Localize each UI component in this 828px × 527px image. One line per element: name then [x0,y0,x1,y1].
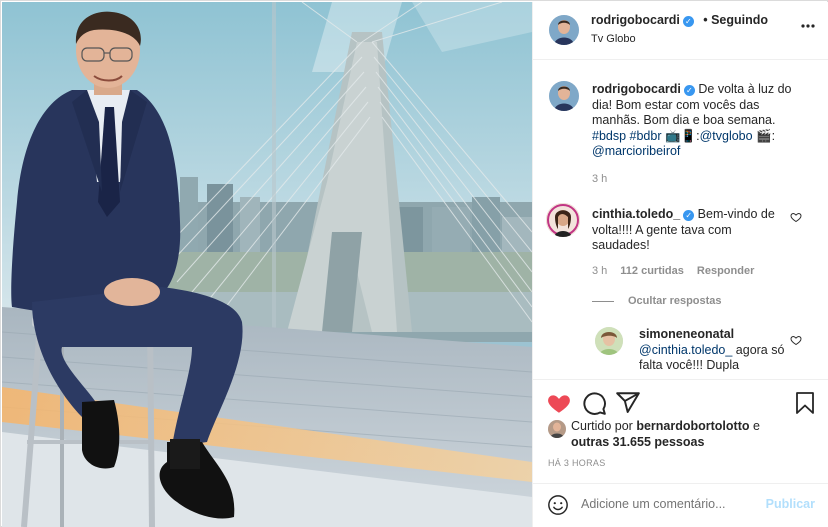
verified-badge-icon: ✓ [683,85,695,96]
reply-mention[interactable]: @cinthia.toledo_ [639,343,732,357]
post-photo[interactable] [2,2,532,527]
save-bookmark-icon[interactable] [793,390,817,416]
author-username[interactable]: rodrigobocardi [591,13,680,27]
reply-username[interactable]: simoneneonatal [639,327,734,341]
photo-scene-image [2,2,532,527]
more-options-icon[interactable] [801,24,815,28]
liked-by-mid: e [749,419,760,433]
caption-text: rodrigobocardi ✓ De volta à luz do dia! B… [592,82,792,160]
comment-meta: 3 h 112 curtidas Responder [592,265,767,277]
caption-mention-marcio[interactable]: @marcioribeirof [592,144,680,158]
following-button[interactable]: • Seguindo [703,13,768,27]
post-location[interactable]: Tv Globo [591,33,636,45]
comment-likes[interactable]: 112 curtidas [620,265,684,277]
post-header-name-row: rodrigobocardi ✓ • Seguindo [591,13,768,27]
reply-avatar[interactable] [595,327,623,355]
comment-like-heart-icon[interactable] [790,211,802,223]
verified-badge-icon: ✓ [683,210,695,221]
post-side-panel: rodrigobocardi ✓ • Seguindo Tv Globo rodr… [532,2,828,527]
caption-username[interactable]: rodrigobocardi [592,82,681,96]
share-send-icon[interactable] [615,390,641,416]
hide-replies-button[interactable]: Ocultar respostas [592,295,722,307]
liked-by-others[interactable]: outras 31.655 pessoas [571,435,704,449]
caption-body-3: 🎬: [752,128,776,143]
liked-by-user[interactable]: bernardobortolotto [636,419,749,433]
caption-hashtags[interactable]: #bdsp #bdbr [592,129,662,143]
comment-time[interactable]: 3 h [592,265,607,277]
caption-meta: 3 h [592,173,620,185]
caption-body-2: 📺📱: [661,128,700,143]
liker-avatar[interactable] [548,420,566,438]
add-comment-bar: Publicar [533,483,828,527]
like-heart-icon[interactable] [546,390,572,416]
liked-by-text: Curtido por bernardobortolotto e outras … [571,418,801,450]
verified-badge-icon: ✓ [682,16,694,27]
post-dialog: rodrigobocardi ✓ • Seguindo Tv Globo rodr… [0,0,828,527]
liked-by-prefix: Curtido por [571,419,637,433]
emoji-icon[interactable] [547,494,569,516]
post-timestamp[interactable]: HÁ 3 HORAS [548,458,606,468]
reply-button[interactable]: Responder [697,265,754,277]
author-avatar[interactable] [549,15,579,45]
comment-text: cinthia.toledo_ ✓ Bem-vindo de volta!!!! … [592,207,782,254]
caption-mention-tvglobo[interactable]: @tvglobo [700,129,753,143]
divider-line [592,300,614,302]
reply-like-heart-icon[interactable] [790,334,802,346]
post-header: rodrigobocardi ✓ • Seguindo Tv Globo [533,2,828,60]
comment-username[interactable]: cinthia.toledo_ [592,207,680,221]
add-comment-input[interactable] [581,497,771,511]
publish-button[interactable]: Publicar [766,497,815,511]
post-actions: Curtido por bernardobortolotto e outras … [533,379,828,483]
reply-text: simoneneonatal @cinthia.toledo_ agora só… [639,327,789,374]
caption-avatar[interactable] [549,81,579,111]
hide-replies-label: Ocultar respostas [628,295,722,307]
caption-time[interactable]: 3 h [592,173,607,185]
comment-avatar[interactable] [546,203,580,237]
comments-list[interactable]: rodrigobocardi ✓ De volta à luz do dia! B… [533,61,828,379]
comment-bubble-icon[interactable] [581,390,607,416]
